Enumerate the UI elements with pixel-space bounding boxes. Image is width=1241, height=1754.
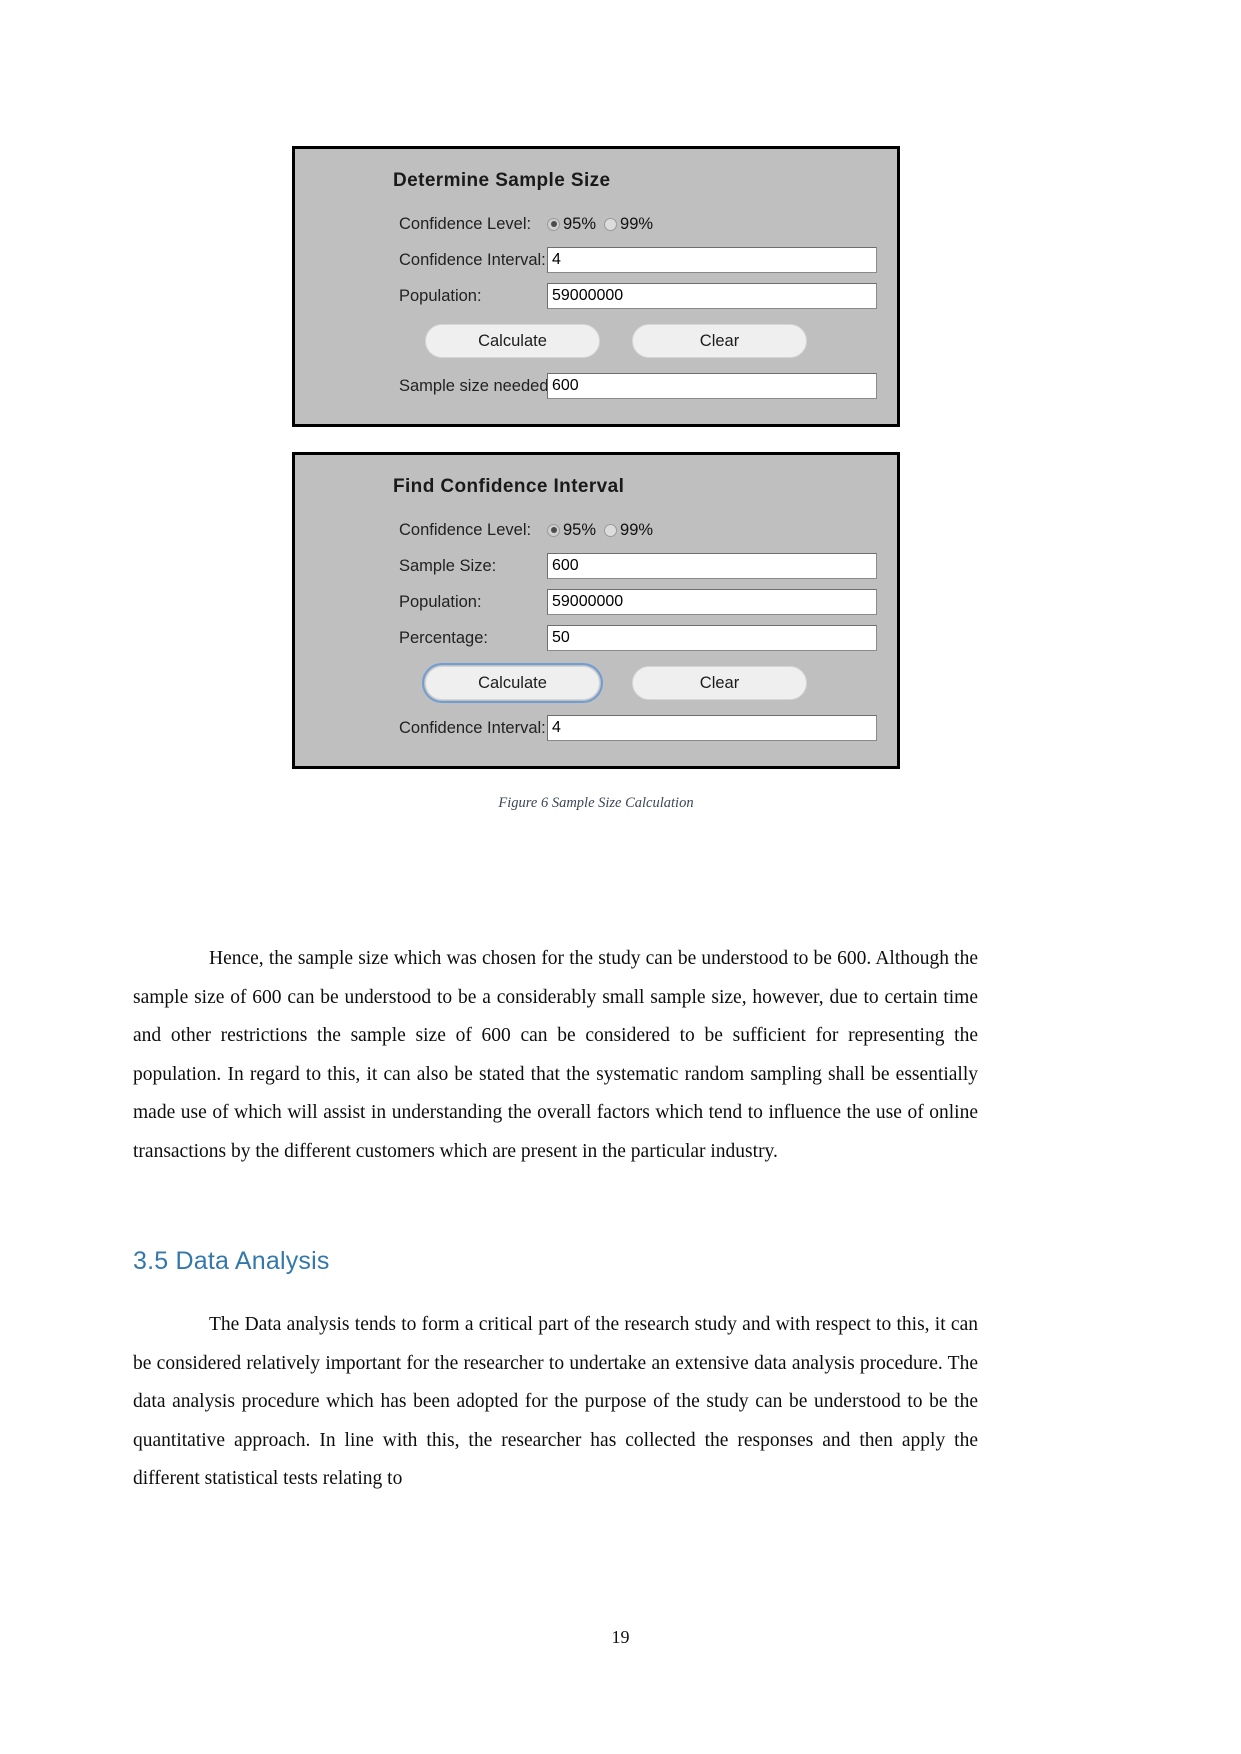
sample-size-needed-output[interactable]: [547, 373, 877, 399]
confidence-level-label-2: Confidence Level:: [399, 520, 532, 539]
clear-button-2[interactable]: Clear: [632, 666, 807, 700]
paragraph-data-analysis: The Data analysis tends to form a critic…: [133, 1314, 978, 1489]
radio-label-95-2: 95%: [563, 520, 597, 539]
figure-caption: Figure 6 Sample Size Calculation: [498, 795, 694, 811]
sample-size-needed-field: [547, 373, 877, 399]
percentage-input[interactable]: [547, 625, 877, 651]
confidence-level-row-2: Confidence Level: 95% 99%: [315, 516, 877, 544]
radio-label-99-2: 99%: [620, 520, 654, 539]
confidence-level-field-2: 95% 99%: [547, 521, 877, 540]
heading-wrapper: 3.5 Data Analysis: [133, 1247, 978, 1276]
confidence-interval-output[interactable]: [547, 715, 877, 741]
confidence-interval-label: Confidence Interval:: [399, 250, 546, 269]
radio-label-99: 99%: [620, 214, 654, 233]
calculate-button[interactable]: Calculate: [425, 324, 600, 358]
figure-6: Determine Sample Size Confidence Level: …: [292, 146, 900, 812]
page-number: 19: [611, 1627, 630, 1647]
radio-selected-icon[interactable]: [547, 217, 560, 231]
population-label: Population:: [399, 286, 482, 305]
confidence-interval-input[interactable]: [547, 247, 877, 273]
document-page: Determine Sample Size Confidence Level: …: [0, 0, 1241, 1754]
confidence-level-row: Confidence Level: 95% 99%: [315, 210, 877, 238]
confidence-interval-field: [547, 247, 877, 273]
find-confidence-interval-panel: Find Confidence Interval Confidence Leve…: [292, 452, 900, 769]
population-row: Population:: [315, 282, 877, 310]
population-field-2: [547, 589, 877, 615]
sample-size-label: Sample Size:: [399, 556, 497, 575]
percentage-label: Percentage:: [399, 628, 488, 647]
sample-size-row: Sample Size:: [315, 552, 877, 580]
population-field: [547, 283, 877, 309]
calculate-button-2[interactable]: Calculate: [422, 663, 603, 703]
confidence-interval-result-field: [547, 715, 877, 741]
sample-size-needed-label: Sample size needed:: [399, 376, 554, 395]
radio-label-95: 95%: [563, 214, 597, 233]
population-input[interactable]: [547, 283, 877, 309]
sample-size-input[interactable]: [547, 553, 877, 579]
confidence-level-field: 95% 99%: [547, 215, 877, 234]
percentage-row: Percentage:: [315, 624, 877, 652]
determine-sample-size-panel: Determine Sample Size Confidence Level: …: [292, 146, 900, 427]
confidence-interval-result-label: Confidence Interval:: [399, 718, 546, 737]
section-heading-data-analysis: 3.5 Data Analysis: [133, 1247, 330, 1275]
radio-option-95-2[interactable]: 95%: [547, 521, 596, 540]
body-text-area: Hence, the sample size which was chosen …: [133, 940, 978, 1499]
population-input-2[interactable]: [547, 589, 877, 615]
radio-option-95[interactable]: 95%: [547, 215, 596, 234]
clear-button[interactable]: Clear: [632, 324, 807, 358]
paragraph-sample-size: Hence, the sample size which was chosen …: [133, 948, 978, 1162]
confidence-interval-result-row: Confidence Interval:: [315, 714, 877, 742]
confidence-level-radio-group-2: 95% 99%: [547, 521, 877, 540]
confidence-interval-row: Confidence Interval:: [315, 246, 877, 274]
percentage-field: [547, 625, 877, 651]
population-row-2: Population:: [315, 588, 877, 616]
radio-option-99-2[interactable]: 99%: [604, 521, 653, 540]
sample-size-needed-row: Sample size needed:: [315, 372, 877, 400]
panel-2-button-row: Calculate Clear: [315, 663, 877, 703]
radio-unselected-icon[interactable]: [604, 523, 618, 537]
panel-1-button-row: Calculate Clear: [315, 324, 877, 358]
radio-option-99[interactable]: 99%: [604, 215, 653, 234]
radio-selected-icon[interactable]: [547, 523, 560, 537]
panel-title: Determine Sample Size: [393, 170, 611, 191]
confidence-level-radio-group: 95% 99%: [547, 215, 877, 234]
confidence-level-label: Confidence Level:: [399, 214, 532, 233]
panel-title-2: Find Confidence Interval: [393, 476, 625, 497]
radio-unselected-icon[interactable]: [604, 217, 618, 231]
population-label-2: Population:: [399, 592, 482, 611]
sample-size-field: [547, 553, 877, 579]
